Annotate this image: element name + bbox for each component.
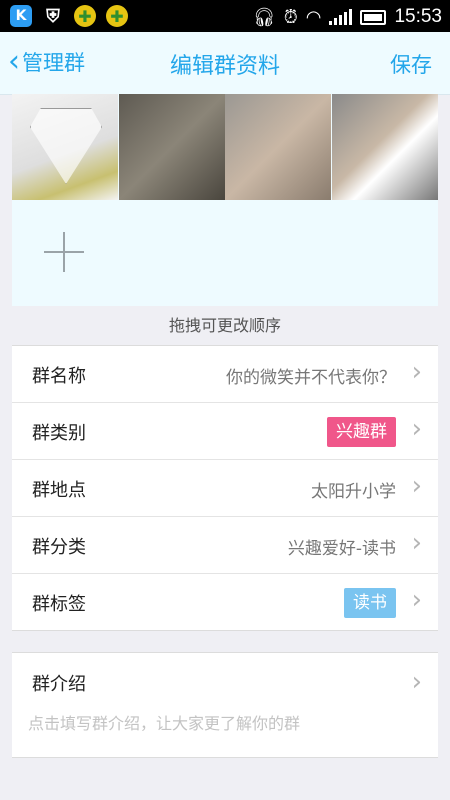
row-label: 群名称 <box>32 366 86 387</box>
row-group-tags[interactable]: 群标签 读书 › <box>12 574 438 630</box>
add-photo-button[interactable] <box>44 232 84 272</box>
plus-app-icon: ✚ <box>74 5 96 27</box>
group-photo[interactable] <box>225 94 331 200</box>
notification-icons: K ⛨ ✚ ✚ <box>10 5 128 27</box>
row-value: 你的微笑并不代表你？ <box>226 368 396 388</box>
photo-gallery <box>12 94 438 306</box>
signal-icon <box>329 9 353 25</box>
chevron-right-icon: › <box>411 528 422 558</box>
battery-icon <box>360 9 387 25</box>
k-app-icon: K <box>10 5 32 27</box>
chevron-right-icon: › <box>411 357 422 387</box>
photo-row <box>12 94 438 200</box>
row-label: 群地点 <box>32 480 86 501</box>
group-intro-card[interactable]: 群介绍 › 点击填写群介绍，让大家更了解你的群 <box>12 652 438 758</box>
wifi-icon: ◠ <box>305 6 322 28</box>
reorder-hint: 拖拽可更改顺序 <box>168 316 281 335</box>
category-tag: 兴趣群 <box>327 417 396 447</box>
clock: 15:53 <box>394 6 442 27</box>
status-bar: K ⛨ ✚ ✚ 🎧︎ ⏰︎ ◠ 15:53 <box>0 0 450 32</box>
headphones-icon: 🎧︎ <box>252 6 276 28</box>
row-group-name[interactable]: 群名称 你的微笑并不代表你？ › <box>12 346 438 403</box>
chevron-right-icon: › <box>411 471 422 501</box>
row-group-classification[interactable]: 群分类 兴趣爱好-读书 › <box>12 517 438 574</box>
chevron-right-icon: › <box>411 585 422 615</box>
diamond-frame <box>30 108 102 184</box>
group-photo[interactable] <box>12 94 118 200</box>
group-photo[interactable] <box>118 94 225 200</box>
shield-icon: ⛨ <box>42 5 64 27</box>
row-label: 群类别 <box>32 423 86 444</box>
row-label: 群分类 <box>32 537 86 558</box>
group-photo[interactable] <box>331 94 438 200</box>
page-title: 编辑群资料 <box>169 54 280 79</box>
chevron-right-icon: › <box>411 414 422 444</box>
row-label: 群标签 <box>32 594 86 615</box>
group-info-list: 群名称 你的微笑并不代表你？ › 群类别 兴趣群 › 群地点 太阳升小学 › 群… <box>12 345 438 631</box>
system-icons: 🎧︎ ⏰︎ ◠ 15:53 <box>253 6 442 28</box>
row-group-location[interactable]: 群地点 太阳升小学 › <box>12 460 438 517</box>
plus-app-icon: ✚ <box>106 5 128 27</box>
save-button[interactable]: 保存 <box>390 49 432 79</box>
alarm-icon: ⏰︎ <box>283 6 298 28</box>
intro-title: 群介绍 <box>32 674 86 695</box>
row-group-category[interactable]: 群类别 兴趣群 › <box>12 403 438 460</box>
row-value: 兴趣爱好-读书 <box>287 539 396 559</box>
intro-placeholder: 点击填写群介绍，让大家更了解你的群 <box>28 714 301 733</box>
nav-bar: ‹ 管理群 编辑群资料 保存 <box>0 32 450 95</box>
row-value: 太阳升小学 <box>311 482 396 502</box>
label-tag: 读书 <box>344 588 396 618</box>
chevron-right-icon: › <box>411 667 422 697</box>
